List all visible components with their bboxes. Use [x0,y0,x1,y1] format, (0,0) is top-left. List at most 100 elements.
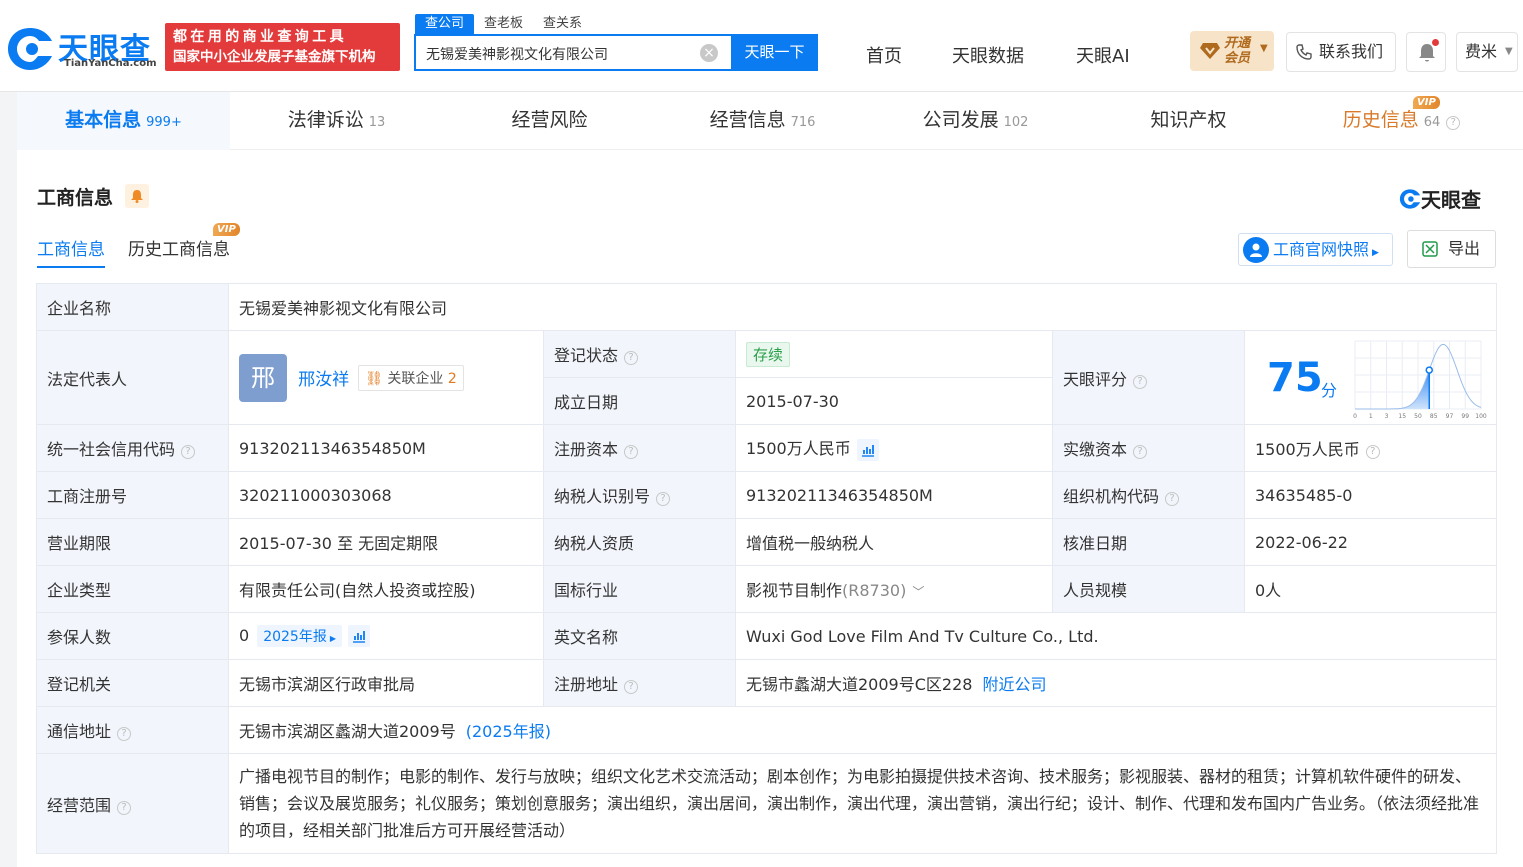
company-name-value: 无锡爱美神影视文化有限公司 [227,283,1498,331]
notification-button[interactable] [1406,32,1446,72]
tick-label: 3 [1385,413,1389,420]
table-row: 企业类型 有限责任公司(自然人投资或控股) 国标行业 影视节目制作(R8730)… [36,565,1498,613]
tick-label: 50 [1414,413,1422,420]
avatar[interactable]: 邢 [239,353,287,402]
key-label: 实缴资本 [1063,440,1128,459]
english-name-value: Wuxi God Love Film And Tv Culture Co., L… [734,612,1498,660]
help-icon[interactable]: ? [624,680,639,694]
slogan-line-2: 国家中小企业发展子基金旗下机构 [173,49,376,65]
industry-key: 国标行业 [543,565,736,613]
tab-search-company[interactable]: 查公司 [415,14,475,34]
tab-business[interactable]: 经营信息 716 [656,92,869,150]
person-icon [1243,237,1269,263]
help-icon[interactable]: ? [117,727,132,741]
key-label: 纳税人识别号 [554,487,651,506]
reg-number-value: 320211000303068 [228,471,544,519]
taxpayer-id-value: 91320211346354850M [735,471,1053,519]
score-marker-dot [1425,366,1433,374]
tick-label: 1 [1369,413,1373,420]
legal-rep-cell: 邢 邢汝祥 ⛓ 关联企业 2 [228,330,544,425]
vip-label-2: 会员 [1224,51,1251,66]
contact-button[interactable]: 联系我们 [1286,32,1396,72]
nav-ai[interactable]: 天眼AI [1076,42,1130,68]
help-icon[interactable]: ? [624,445,639,459]
subtab-history-business-info[interactable]: 历史工商信息 [128,235,230,260]
chart-icon[interactable] [856,438,879,461]
company-name-key: 企业名称 [36,283,229,331]
related-companies-badge[interactable]: ⛓ 关联企业 2 [358,364,464,391]
mail-address-report-link[interactable]: (2025年报) [466,722,551,741]
tab-basic-info[interactable]: 基本信息 999+ [17,92,230,150]
help-icon[interactable]: ? [1365,445,1380,459]
help-icon[interactable]: ? [624,351,639,365]
reg-number-key: 工商注册号 [36,471,229,519]
tab-risk[interactable]: 经营风险 [443,92,656,150]
business-info-panel: 工商信息 天眼查 工商信息 历史工商信息 VIP 工商官网快照 ▶ 导出 企业名称… [17,150,1523,867]
vip-badge: VIP [213,223,240,236]
export-label: 导出 [1448,239,1481,258]
help-icon[interactable]: ? [1133,374,1148,389]
score-unit: 分 [1321,381,1338,400]
tab-label: 基本信息 [65,109,142,131]
help-icon[interactable]: ? [181,445,196,459]
tab-ip[interactable]: 知识产权 [1082,92,1295,150]
reg-authority-key: 登记机关 [36,659,229,707]
help-icon[interactable]: ? [656,492,671,506]
reg-capital-cell: 1500万人民币 [735,424,1053,472]
table-row: 企业名称 无锡爱美神影视文化有限公司 [36,283,1498,331]
clear-icon[interactable]: × [700,44,718,62]
tab-history[interactable]: 历史信息 64? [1295,92,1508,150]
slogan-banner: 都在用的商业查询工具 国家中小企业发展子基金旗下机构 [165,23,400,71]
tab-development[interactable]: 公司发展 102 [869,92,1082,150]
score-cell[interactable]: 75 分 0 1 3 15 50 85 97 99 100 [1243,330,1498,425]
mail-address-value: 无锡市滨湖区蠡湖大道2009号 [239,722,456,741]
key-label: 统一社会信用代码 [47,440,176,459]
search-input[interactable]: 无锡爱美神影视文化有限公司 [426,44,608,64]
key-label: 组织机构代码 [1063,487,1160,506]
export-button[interactable]: 导出 [1407,230,1496,268]
help-icon[interactable]: ? [1165,492,1180,506]
legal-rep-link[interactable]: 邢汝祥 [298,370,349,390]
tab-search-relation[interactable]: 查关系 [533,14,592,34]
paid-capital-cell: 1500万人民币? [1243,424,1498,472]
status-badge: 存续 [746,341,791,367]
section-title: 工商信息 [37,187,114,209]
user-menu[interactable]: 费米 ▼ [1456,32,1518,72]
tab-label: 法律诉讼 [287,109,364,131]
search-button[interactable]: 天眼一下 [731,34,818,71]
help-icon[interactable]: ? [1133,445,1148,459]
tab-legal[interactable]: 法律诉讼 13 [230,92,443,150]
taxpayer-qualification-key: 纳税人资质 [543,518,736,566]
vip-badge: VIP [1413,96,1440,109]
help-icon[interactable]: ? [117,800,132,815]
nearby-companies-link[interactable]: 附近公司 [982,675,1046,694]
industry-value: 影视节目制作 [746,581,843,600]
tab-search-boss[interactable]: 查老板 [474,14,533,34]
reg-address-value: 无锡市蠡湖大道2009号C区228 [746,675,973,694]
nav-home[interactable]: 首页 [866,42,902,68]
bell-icon [131,190,143,203]
logo[interactable]: 天眼查 TianYanCha.com [6,24,164,74]
credit-code-value: 91320211346354850M [228,424,544,472]
subtab-business-info[interactable]: 工商信息 [37,235,105,268]
reg-address-cell: 无锡市蠡湖大道2009号C区228 附近公司 [734,659,1498,707]
open-vip-button[interactable]: 开通 会员 ▼ [1190,31,1274,71]
insured-value: 0 [239,625,250,645]
org-code-value: 34635485-0 [1243,471,1498,519]
approve-date-key: 核准日期 [1052,518,1245,566]
reg-capital-key: 注册资本? [543,424,736,472]
tick-label: 100 [1475,413,1487,420]
chart-icon[interactable] [347,625,370,648]
subscribe-button[interactable] [125,184,149,208]
reg-address-key: 注册地址? [543,659,736,707]
nav-data[interactable]: 天眼数据 [952,42,1024,68]
staff-size-value: 0人 [1243,565,1498,613]
brand-text: 天眼查 [1421,188,1481,212]
status-value-cell: 存续 [735,330,1053,378]
official-snapshot-button[interactable]: 工商官网快照 ▶ [1238,233,1393,266]
industry-cell[interactable]: 影视节目制作(R8730) ﹀ [735,565,1053,613]
annual-report-button[interactable]: 2025年报 ▶ [257,624,342,647]
tab-count: 102 [1003,115,1029,130]
tab-label: 历史信息 [1342,109,1419,131]
tab-label: 知识产权 [1150,109,1227,131]
